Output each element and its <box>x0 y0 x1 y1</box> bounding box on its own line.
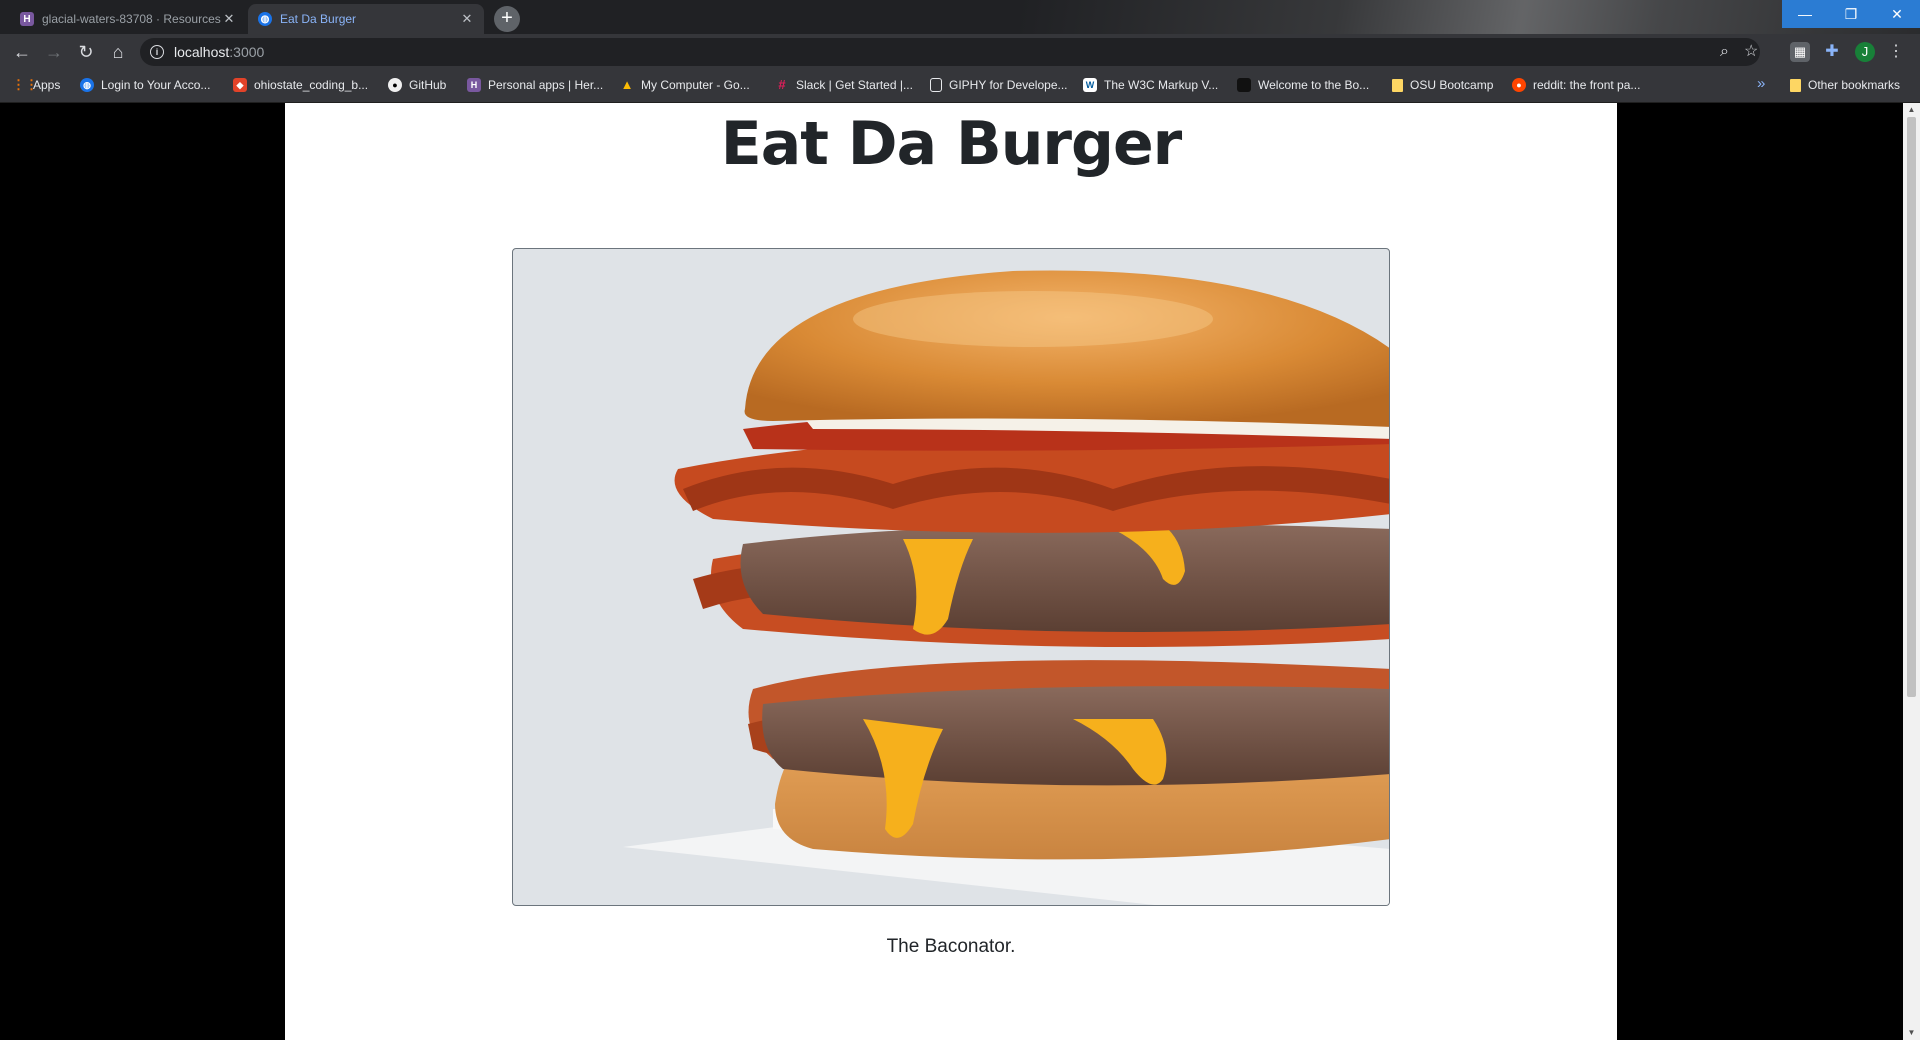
scroll-up-arrow-icon[interactable]: ▲ <box>1903 103 1920 117</box>
close-window-icon[interactable]: ✕ <box>1874 0 1920 28</box>
slack-icon: # <box>778 77 786 92</box>
forward-icon[interactable]: → <box>42 40 66 64</box>
menu-kebab-icon[interactable]: ⋮ <box>1886 42 1906 62</box>
bookmarks-bar: ⋮⋮ Apps ◍ Login to Your Acco... ◆ ohiost… <box>0 70 1920 103</box>
address-bar[interactable]: i localhost:3000 ⌕ ☆ <box>140 38 1760 66</box>
profile-avatar[interactable]: J <box>1855 42 1875 62</box>
document-icon <box>930 78 942 92</box>
bookmark-other-bookmarks[interactable]: Other bookmarks <box>1790 78 1900 92</box>
tab-title: Eat Da Burger <box>280 12 357 26</box>
bookmark-gitlab[interactable]: ◆ ohiostate_coding_b... <box>233 78 368 92</box>
globe-icon: ◍ <box>258 12 272 26</box>
reddit-icon: ● <box>1512 78 1526 92</box>
burger-image <box>623 270 1389 905</box>
w3c-icon: W <box>1083 78 1097 92</box>
extensions-puzzle-icon[interactable]: ✚ <box>1822 42 1842 62</box>
bookmark-reddit[interactable]: ● reddit: the front pa... <box>1512 78 1640 92</box>
bookmark-osu-bootcamp[interactable]: OSU Bootcamp <box>1392 78 1493 92</box>
globe-icon: ◍ <box>80 78 94 92</box>
tab-title: glacial-waters-83708 · Resources <box>42 12 221 26</box>
new-tab-button[interactable]: + <box>494 6 520 32</box>
bookmark-apps[interactable]: ⋮⋮ Apps <box>12 77 60 93</box>
heroku-icon: H <box>467 78 481 92</box>
browser-toolbar: ← → ↻ ⌂ i localhost:3000 ⌕ ☆ ▦ ✚ J ⋮ <box>0 34 1920 70</box>
bookmark-slack[interactable]: # Slack | Get Started |... <box>775 77 913 93</box>
burger-caption: The Baconator. <box>886 936 1016 957</box>
scrollbar-thumb[interactable] <box>1907 117 1916 697</box>
bookmark-google-drive[interactable]: ▲ My Computer - Go... <box>620 77 750 93</box>
bookmark-w3c[interactable]: W The W3C Markup V... <box>1083 78 1218 92</box>
tab-heroku-resources[interactable]: H glacial-waters-83708 · Resources ✕ <box>10 4 246 34</box>
close-icon[interactable]: ✕ <box>222 12 236 26</box>
tab-strip: H glacial-waters-83708 · Resources ✕ ◍ E… <box>0 0 1920 34</box>
github-icon: ● <box>388 78 402 92</box>
page-title: Eat Da Burger <box>720 109 1183 179</box>
restore-icon[interactable]: ❐ <box>1828 0 1874 28</box>
extension-icon[interactable]: ▦ <box>1790 42 1810 62</box>
zoom-icon[interactable]: ⌕ <box>1720 43 1729 61</box>
home-icon[interactable]: ⌂ <box>106 40 130 64</box>
gitlab-icon: ◆ <box>233 78 247 92</box>
bookmark-heroku[interactable]: H Personal apps | Her... <box>467 78 603 92</box>
page-content: Eat Da Burger The Baconator. <box>285 103 1617 1040</box>
apps-grid-icon: ⋮⋮ <box>12 77 38 92</box>
address-url: localhost:3000 <box>174 44 265 60</box>
burger-image-card <box>512 248 1390 906</box>
heroku-icon: H <box>20 12 34 26</box>
bookmark-giphy[interactable]: GIPHY for Develope... <box>930 78 1068 92</box>
bookmarks-overflow-chevron-icon[interactable]: » <box>1757 75 1765 92</box>
bootcamp-icon <box>1237 78 1251 92</box>
vertical-scrollbar[interactable]: ▲ ▼ <box>1903 103 1920 1040</box>
reload-icon[interactable]: ↻ <box>74 40 98 64</box>
google-drive-icon: ▲ <box>620 77 634 92</box>
bookmark-github[interactable]: ● GitHub <box>388 78 446 92</box>
folder-icon <box>1392 78 1403 92</box>
bookmark-login[interactable]: ◍ Login to Your Acco... <box>80 78 210 92</box>
bookmark-star-icon[interactable]: ☆ <box>1744 41 1758 61</box>
folder-icon <box>1790 78 1801 92</box>
tab-eat-da-burger[interactable]: ◍ Eat Da Burger ✕ <box>248 4 484 34</box>
back-icon[interactable]: ← <box>10 40 34 64</box>
bookmark-bootcamp[interactable]: Welcome to the Bo... <box>1237 78 1369 92</box>
site-info-icon[interactable]: i <box>150 45 164 59</box>
minimize-icon[interactable]: — <box>1782 0 1828 28</box>
close-icon[interactable]: ✕ <box>460 12 474 26</box>
window-controls: — ❐ ✕ <box>1782 0 1920 28</box>
scroll-down-arrow-icon[interactable]: ▼ <box>1903 1026 1920 1040</box>
